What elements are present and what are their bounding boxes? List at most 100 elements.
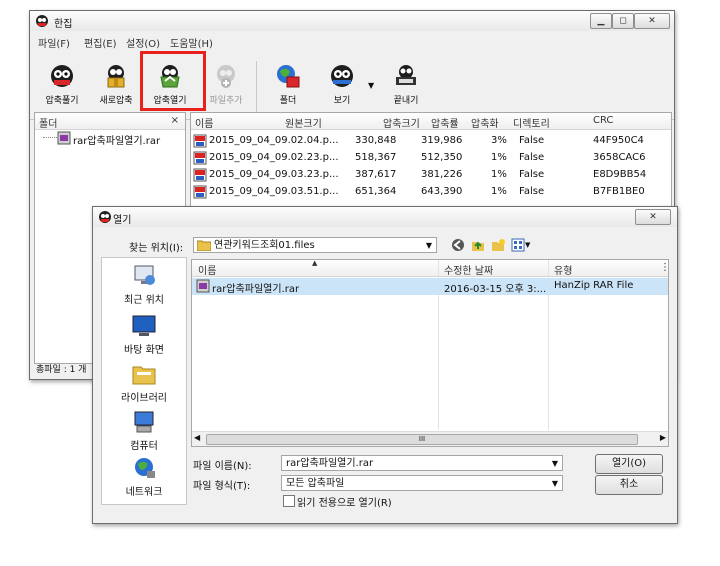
recent-places-icon	[134, 265, 155, 285]
col-original-size[interactable]: 원본크기	[285, 115, 322, 130]
cell-compressed: 643,390	[421, 186, 463, 197]
look-in-select[interactable]: 연관키워드조회01.files ▼	[193, 237, 437, 253]
look-in-value: 연관키워드조회01.files	[214, 240, 315, 251]
cell-dir: False	[519, 152, 545, 163]
place-libraries-label: 라이브러리	[121, 393, 167, 404]
sort-arrow-icon: ▲	[312, 259, 318, 267]
folder-view-button[interactable]: 폴더	[264, 57, 312, 115]
dialog-col-name[interactable]: 이름	[198, 262, 216, 277]
add-file-button[interactable]: 파일추가	[202, 57, 250, 115]
file-list-header: 이름 원본크기 압축크기 압축률 압축화 디렉토리 CRC	[191, 113, 671, 130]
maximize-button[interactable]: ◻	[612, 13, 634, 29]
places-bar: 최근 위치 바탕 화면 라이브러리 컴퓨터 네트워크	[101, 257, 187, 505]
col-compressed-size[interactable]: 압축크기	[383, 115, 420, 130]
place-recent-label: 최근 위치	[124, 295, 164, 306]
extract-button[interactable]: 압축풀기	[38, 57, 86, 115]
dialog-col-type[interactable]: 유형	[554, 262, 572, 277]
main-titlebar[interactable]: 한집 ▁ ◻ ✕	[30, 11, 674, 31]
cell-dir: False	[519, 169, 545, 180]
filetype-value: 모든 압축파일	[286, 478, 345, 489]
minimize-button[interactable]: ▁	[590, 13, 612, 29]
tree-connector	[43, 137, 57, 138]
dialog-close-button[interactable]: ✕	[635, 209, 671, 225]
table-row[interactable]: 2015_09_04_09.02.04.p... 330,848 319,986…	[191, 133, 671, 150]
scroll-right-icon[interactable]: ▶	[660, 433, 666, 442]
dialog-titlebar[interactable]: 열기 ✕	[93, 207, 677, 227]
close-button[interactable]: ✕	[634, 13, 670, 29]
new-archive-button[interactable]: 새로압축	[92, 57, 140, 115]
place-recent[interactable]: 최근 위치	[102, 264, 186, 306]
view-icon	[331, 65, 353, 87]
back-icon[interactable]	[451, 238, 465, 252]
menu-file[interactable]: 파일(F)	[38, 35, 70, 50]
col-name[interactable]: 이름	[195, 115, 213, 130]
table-row[interactable]: 2015_09_04_09.02.23.p... 518,367 512,350…	[191, 150, 671, 167]
folder-pane-header: 폴더 ×	[35, 113, 185, 130]
cell-crc: 3658CAC6	[593, 152, 646, 163]
dialog-file-list: 이름 ▲ 수정한 날짜 유형 ⋮ rar압축파일열기.rar 2016-03-1…	[191, 259, 670, 447]
table-row[interactable]: 2015_09_04_09.03.51.p... 651,364 643,390…	[191, 184, 671, 201]
filetype-label: 파일 형식(T):	[193, 481, 251, 492]
horizontal-scrollbar[interactable]: ◀ III ▶	[192, 431, 668, 446]
new-archive-icon	[107, 65, 125, 88]
view-button[interactable]: 보기	[318, 57, 366, 115]
cell-ratio: 1%	[491, 186, 507, 197]
cancel-button[interactable]: 취소	[595, 475, 663, 495]
view-label: 보기	[333, 96, 351, 106]
dialog-col-modified[interactable]: 수정한 날짜	[444, 262, 493, 277]
dialog-title: 열기	[113, 215, 132, 226]
open-dialog: 열기 ✕ 찾는 위치(I): 연관키워드조회01.files ▼ ▼ 최근 위치…	[92, 206, 678, 524]
desktop-icon	[132, 315, 156, 336]
list-item[interactable]: rar압축파일열기.rar 2016-03-15 오후 3:... HanZip…	[192, 278, 668, 295]
place-network[interactable]: 네트워크	[102, 456, 186, 498]
libraries-icon	[132, 366, 156, 385]
chevron-down-icon: ▼	[551, 479, 558, 488]
cell-name: 2015_09_04_09.03.23.p...	[209, 169, 339, 180]
image-file-icon	[193, 185, 207, 199]
cell-dir: False	[519, 135, 545, 146]
open-button[interactable]: 열기(O)	[595, 454, 663, 474]
new-folder-icon[interactable]	[491, 238, 505, 252]
menu-settings[interactable]: 설정(O)	[126, 35, 160, 50]
col-ratio[interactable]: 압축률	[431, 115, 459, 130]
place-computer[interactable]: 컴퓨터	[102, 410, 186, 452]
table-row[interactable]: 2015_09_04_09.03.23.p... 387,617 381,226…	[191, 167, 671, 184]
chevron-down-icon: ▼	[551, 459, 558, 468]
scroll-thumb[interactable]: III	[206, 434, 638, 445]
menu-edit[interactable]: 편집(E)	[84, 35, 117, 50]
dialog-file-type: HanZip RAR File	[554, 280, 634, 291]
view-dropdown-arrow[interactable]: ▼	[368, 81, 374, 90]
add-file-icon	[217, 65, 235, 88]
toolbar-separator	[256, 61, 257, 113]
col-directory[interactable]: 디렉토리	[513, 115, 550, 130]
exit-button[interactable]: 끝내기	[382, 57, 430, 115]
filename-input[interactable]: rar압축파일열기.rar ▼	[281, 455, 563, 471]
tree-item-archive[interactable]: rar압축파일열기.rar	[73, 132, 160, 147]
readonly-checkbox[interactable]	[283, 495, 295, 507]
col-encrypted[interactable]: 압축화	[471, 115, 499, 130]
view-menu-arrow[interactable]: ▼	[525, 241, 530, 249]
image-file-icon	[193, 134, 207, 148]
cell-original: 330,848	[355, 135, 397, 146]
col-crc[interactable]: CRC	[593, 115, 613, 126]
status-bar-text: 총파일 : 1 개	[36, 365, 87, 375]
filetype-select[interactable]: 모든 압축파일 ▼	[281, 475, 563, 491]
place-desktop[interactable]: 바탕 화면	[102, 314, 186, 356]
cell-original: 518,367	[355, 152, 397, 163]
folder-view-label: 폴더	[279, 96, 297, 106]
place-computer-label: 컴퓨터	[130, 441, 158, 452]
up-folder-icon[interactable]	[471, 238, 485, 252]
cell-crc: E8D9BB54	[593, 169, 647, 180]
cell-compressed: 319,986	[421, 135, 463, 146]
cell-crc: 44F950C4	[593, 135, 644, 146]
filename-label: 파일 이름(N):	[193, 461, 252, 472]
place-libraries[interactable]: 라이브러리	[102, 362, 186, 404]
dialog-col-more[interactable]: ⋮	[660, 262, 670, 273]
cell-ratio: 1%	[491, 152, 507, 163]
folder-pane-close-icon[interactable]: ×	[171, 115, 179, 126]
scroll-left-icon[interactable]: ◀	[194, 433, 200, 442]
menu-help[interactable]: 도움말(H)	[170, 35, 213, 50]
extract-icon	[51, 65, 73, 87]
cell-original: 651,364	[355, 186, 397, 197]
view-menu-icon[interactable]	[511, 238, 525, 252]
